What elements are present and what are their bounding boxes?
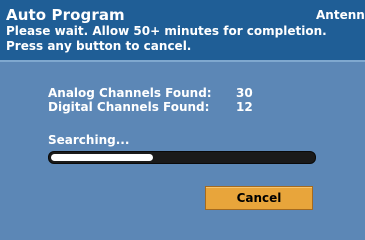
analog-channels-count: 30 [236, 86, 253, 100]
search-progress-bar [48, 151, 316, 164]
digital-channels-label: Digital Channels Found: [48, 100, 210, 114]
auto-program-dialog: Auto Program Antenna Please wait. Allow … [0, 0, 365, 240]
analog-channels-label: Analog Channels Found: [48, 86, 212, 100]
instruction-line: Press any button to cancel. [6, 39, 192, 53]
search-status-text: Searching... [48, 133, 130, 147]
instruction-line: Please wait. Allow 50+ minutes for compl… [6, 24, 327, 38]
search-progress-fill [51, 154, 153, 161]
digital-channels-count: 12 [236, 100, 253, 114]
dialog-header: Auto Program Antenna Please wait. Allow … [0, 0, 365, 62]
dialog-title: Auto Program [6, 6, 125, 24]
cancel-button[interactable]: Cancel [205, 186, 313, 210]
signal-source-label: Antenna [316, 8, 365, 22]
